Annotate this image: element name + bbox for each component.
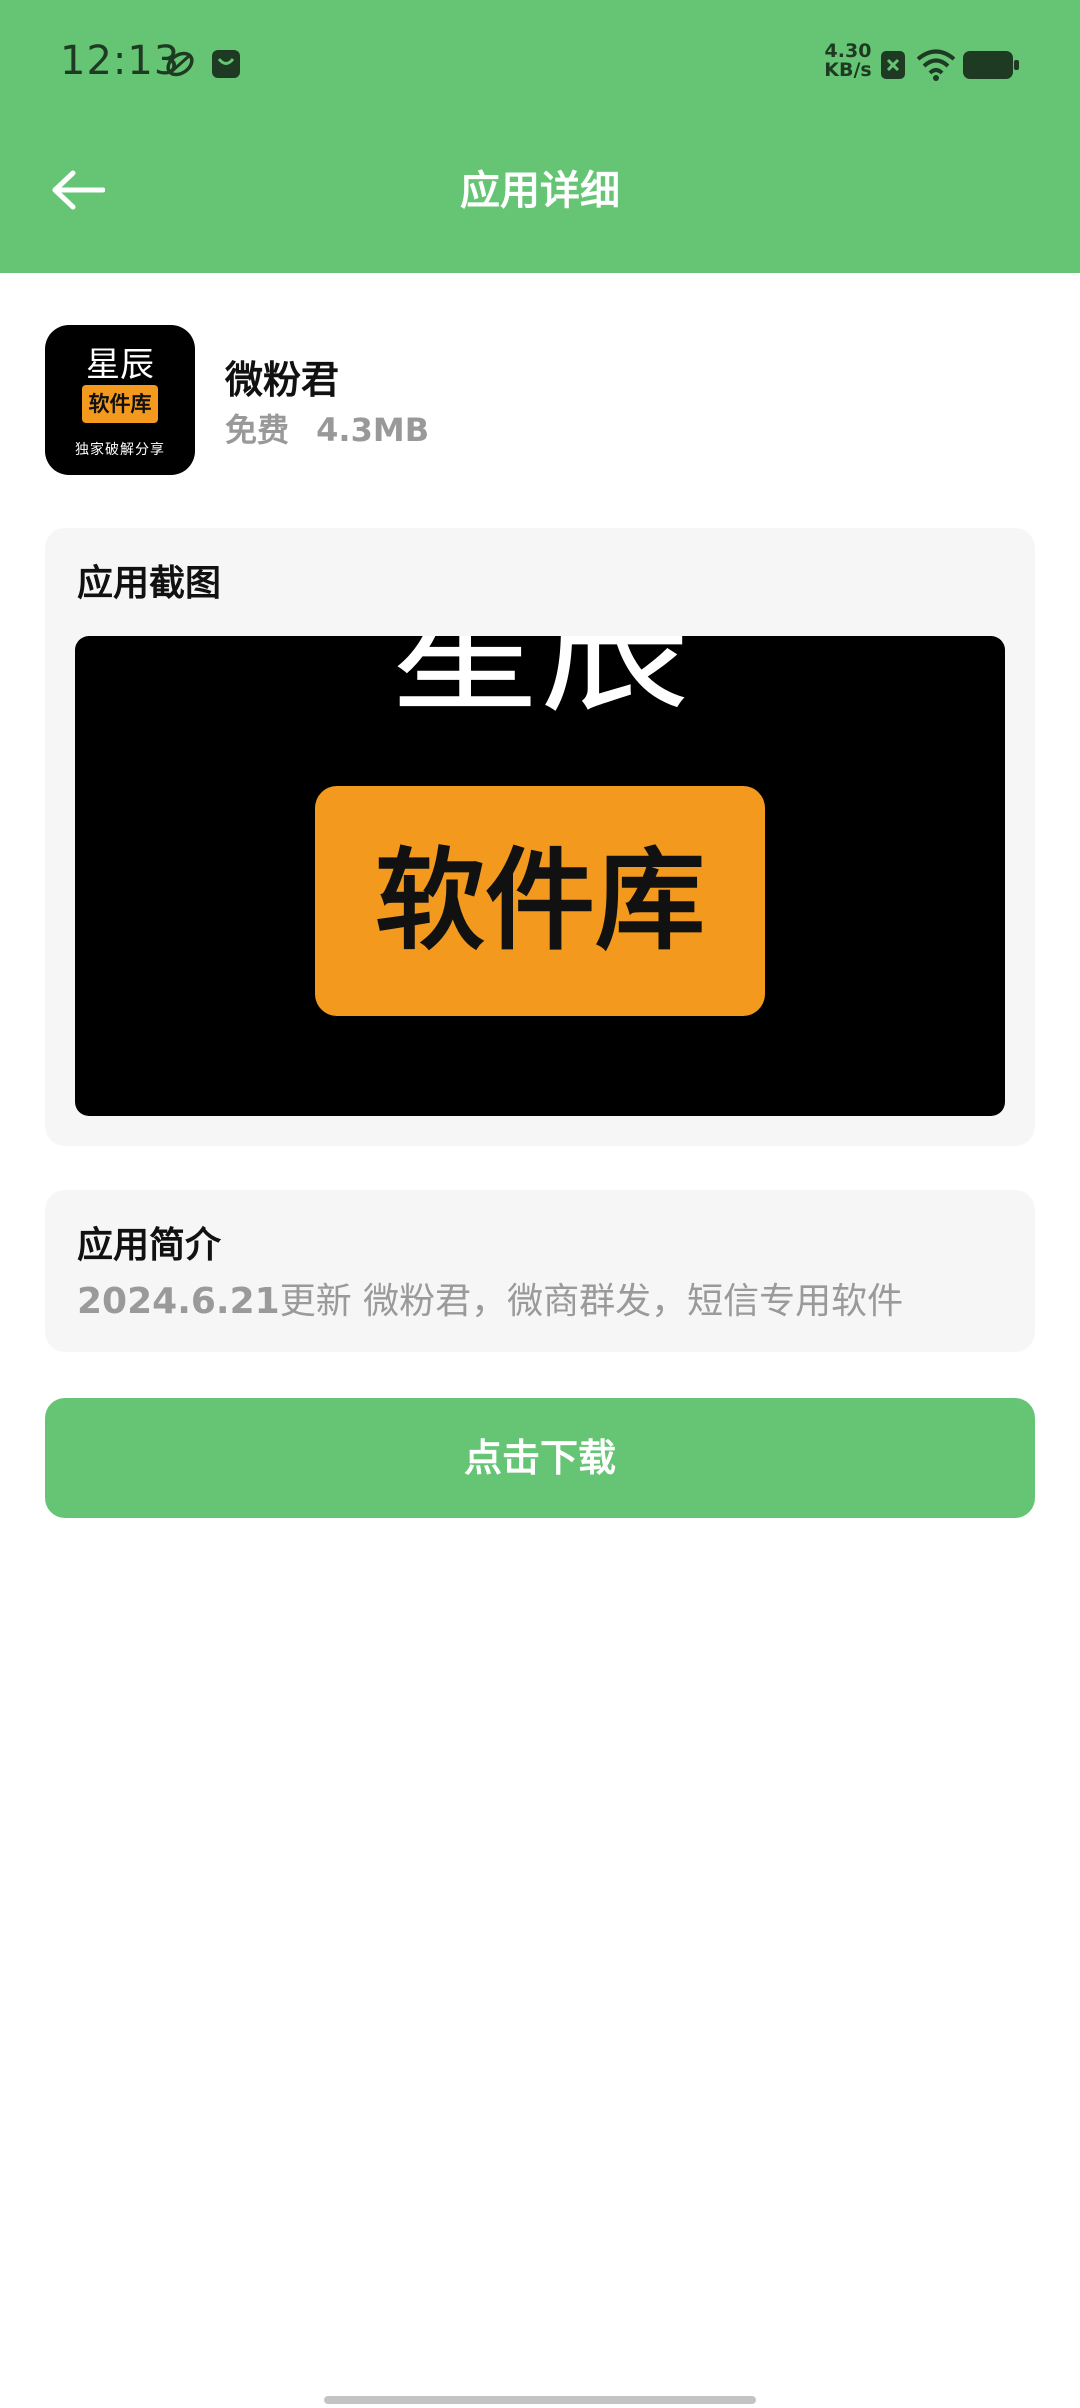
app-info: 星辰 软件库 独家破解分享 微粉君 免费 4.3MB bbox=[45, 325, 1035, 475]
download-button[interactable]: 点击下载 bbox=[45, 1398, 1035, 1518]
mail-icon bbox=[212, 50, 240, 78]
sim-icon bbox=[881, 51, 905, 79]
net-speed-unit: KB/s bbox=[824, 59, 872, 81]
screenshots-title: 应用截图 bbox=[77, 563, 222, 604]
home-indicator[interactable] bbox=[324, 2396, 756, 2404]
app-price: 免费 bbox=[225, 411, 290, 449]
battery-icon bbox=[963, 51, 1019, 79]
page-title: 应用详细 bbox=[460, 168, 620, 214]
app-screenshot[interactable]: 星辰 软件库 bbox=[75, 636, 1005, 1116]
app-header: 12:13 4.30 KB/s 应用详细 bbox=[0, 0, 1080, 273]
app-meta: 免费 4.3MB bbox=[225, 405, 429, 451]
app-icon: 星辰 软件库 独家破解分享 bbox=[45, 325, 195, 475]
net-speed: 4.30 KB/s bbox=[818, 42, 878, 80]
app-size: 4.3MB bbox=[316, 411, 430, 449]
status-bar: 12:13 4.30 KB/s bbox=[0, 0, 1080, 128]
screenshot-text-top: 星辰 bbox=[389, 636, 690, 734]
leaf-icon bbox=[166, 51, 194, 77]
screenshot-badge: 软件库 bbox=[315, 786, 765, 1016]
app-icon-text-bottom: 独家破解分享 bbox=[75, 442, 165, 458]
intro-card: 应用简介 2024.6.21更新 微粉君，微商群发，短信专用软件 bbox=[45, 1190, 1035, 1352]
intro-description: 更新 微粉君，微商群发，短信专用软件 bbox=[279, 1281, 904, 1322]
screenshots-card: 应用截图 星辰 软件库 bbox=[45, 528, 1035, 1146]
app-icon-badge: 软件库 bbox=[82, 385, 158, 423]
intro-version: 2024.6.21 bbox=[77, 1281, 280, 1322]
intro-text: 2024.6.21更新 微粉君，微商群发，短信专用软件 bbox=[77, 1272, 903, 1324]
app-icon-text-top: 星辰 bbox=[86, 345, 154, 385]
app-name: 微粉君 bbox=[225, 358, 340, 402]
wifi-icon bbox=[916, 49, 956, 81]
intro-title: 应用简介 bbox=[77, 1225, 222, 1266]
status-time: 12:13 bbox=[60, 38, 181, 84]
